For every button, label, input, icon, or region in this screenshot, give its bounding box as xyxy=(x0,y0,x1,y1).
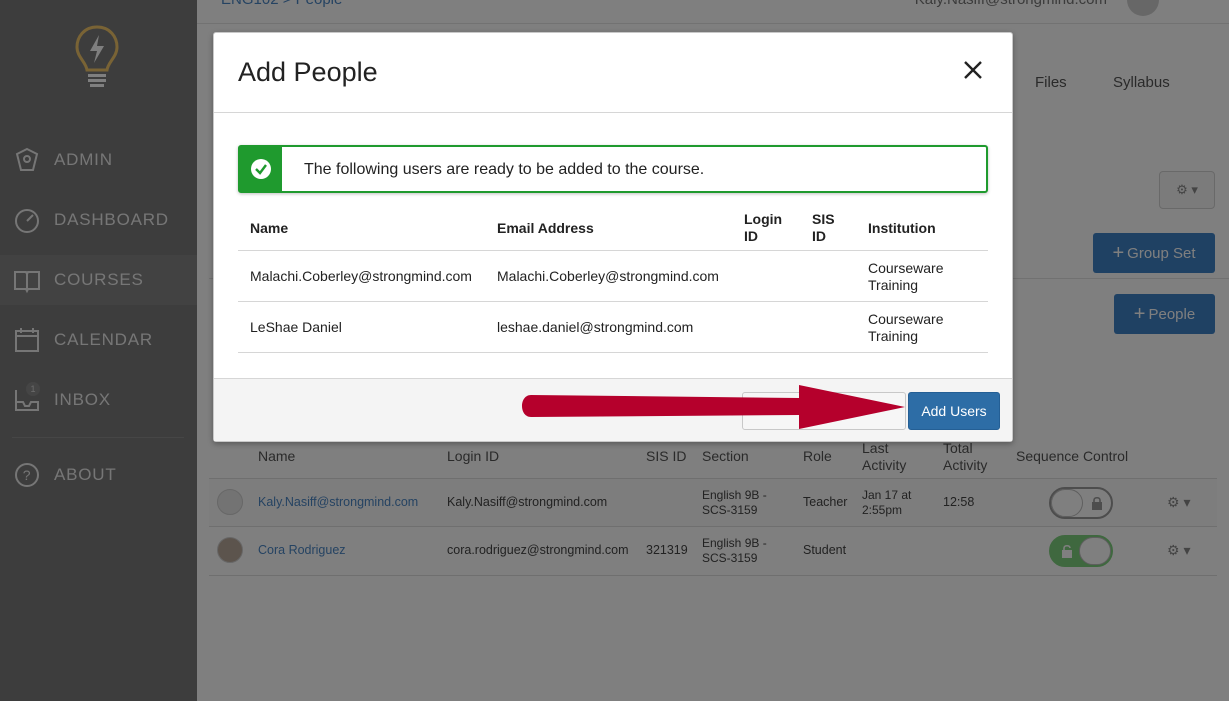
user-institution: Courseware Training xyxy=(868,311,944,344)
col-sis-id: SIS ID xyxy=(812,211,835,244)
table-row: Malachi.Coberley@strongmind.com Malachi.… xyxy=(238,251,988,302)
user-institution: Courseware Training xyxy=(868,260,944,293)
user-email: Malachi.Coberley@strongmind.com xyxy=(497,268,719,284)
users-table-header: Name Email Address Login ID SIS ID Insti… xyxy=(238,203,988,251)
check-circle-icon xyxy=(251,159,271,179)
user-name: Malachi.Coberley@strongmind.com xyxy=(250,268,472,284)
modal-title: Add People xyxy=(238,57,378,87)
table-row: LeShae Daniel leshae.daniel@strongmind.c… xyxy=(238,302,988,353)
user-name: LeShae Daniel xyxy=(250,319,342,335)
col-login-id: Login ID xyxy=(744,211,783,244)
success-alert: The following users are ready to be adde… xyxy=(238,145,988,193)
success-message: The following users are ready to be adde… xyxy=(304,161,705,178)
add-users-button[interactable]: Add Users xyxy=(908,392,1000,430)
col-name: Name xyxy=(250,220,289,236)
success-box xyxy=(240,147,282,191)
col-email: Email Address xyxy=(497,220,594,236)
annotation-arrow-icon xyxy=(522,385,905,429)
col-institution: Institution xyxy=(868,220,936,236)
close-icon[interactable] xyxy=(962,59,984,81)
add-people-modal: Add People The following users are ready… xyxy=(213,32,1013,442)
modal-header: Add People xyxy=(214,33,1012,113)
user-email: leshae.daniel@strongmind.com xyxy=(497,319,694,335)
